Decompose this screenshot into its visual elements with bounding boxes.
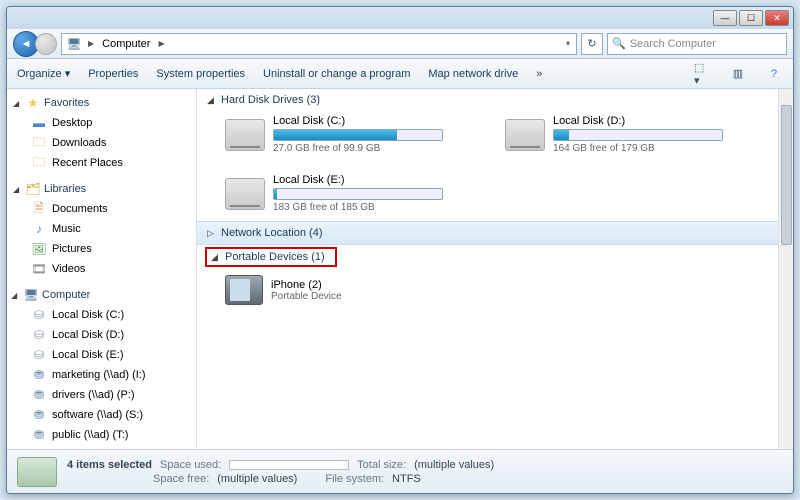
sidebar-item-netdrive-i[interactable]: ⛃marketing (\\ad) (I:) (7, 365, 196, 385)
uninstall-button[interactable]: Uninstall or change a program (263, 68, 410, 80)
drive-d[interactable]: Local Disk (D:) 164 GB free of 179 GB (505, 115, 755, 154)
hdd-list: Local Disk (C:) 27.0 GB free of 99.9 GB … (197, 111, 793, 221)
forward-button[interactable] (35, 33, 57, 55)
section-hdd[interactable]: ◢ Hard Disk Drives (3) (197, 89, 793, 111)
device-icon (225, 275, 263, 305)
music-icon: ♪ (31, 221, 47, 237)
network-drive-icon: ⛃ (31, 367, 47, 383)
drive-icon: ⛁ (31, 307, 47, 323)
collapse-icon: ◢ (207, 95, 217, 106)
sidebar-item-drive-e[interactable]: ⛁Local Disk (E:) (7, 345, 196, 365)
sidebar-item-drive-c[interactable]: ⛁Local Disk (C:) (7, 305, 196, 325)
sidebar-item-desktop[interactable]: ▬Desktop (7, 113, 196, 133)
address-bar: ◄ 🖥 ▶ Computer ▶ ▾ ↻ 🔍 Search Computer (7, 29, 793, 59)
sidebar-item-pictures[interactable]: 🖼Pictures (7, 239, 196, 259)
arrow-left-icon: ◄ (21, 38, 32, 50)
minimize-button[interactable]: — (713, 10, 737, 26)
folder-icon: 🗀 (31, 155, 47, 171)
scrollbar[interactable] (778, 89, 793, 449)
drive-c[interactable]: Local Disk (C:) 27.0 GB free of 99.9 GB (225, 115, 475, 154)
highlight-box: ◢ Portable Devices (1) (205, 247, 337, 267)
map-drive-button[interactable]: Map network drive (428, 68, 518, 80)
sidebar-item-downloads[interactable]: 🗀Downloads (7, 133, 196, 153)
nav-sidebar: ◢ ★ Favorites ▬Desktop 🗀Downloads 🗀Recen… (7, 89, 197, 449)
organize-menu[interactable]: Organize ▾ (17, 67, 70, 80)
desktop-icon: ▬ (31, 115, 47, 131)
drive-icon (225, 178, 265, 210)
refresh-button[interactable]: ↻ (581, 33, 603, 55)
sidebar-item-netdrive-t[interactable]: ⛃public (\\ad) (T:) (7, 425, 196, 445)
network-drive-icon: ⛃ (31, 427, 47, 443)
space-used-bar (229, 460, 349, 470)
titlebar: — ☐ ✕ (7, 7, 793, 29)
sidebar-item-netdrive-s[interactable]: ⛃software (\\ad) (S:) (7, 405, 196, 425)
computer-group[interactable]: ◢ 🖥 Computer (7, 285, 196, 305)
libraries-group[interactable]: ◢ 🗂 Libraries (7, 179, 196, 199)
toolbar: Organize ▾ Properties System properties … (7, 59, 793, 89)
explorer-window: — ☐ ✕ ◄ 🖥 ▶ Computer ▶ ▾ ↻ 🔍 Search Comp… (6, 6, 794, 494)
help-button[interactable]: ? (765, 65, 783, 83)
toolbar-overflow[interactable]: » (536, 68, 542, 80)
section-network[interactable]: ▷ Network Location (4) (197, 221, 793, 245)
drive-icon: ⛁ (31, 327, 47, 343)
usage-bar (273, 188, 443, 200)
collapse-icon: ◢ (211, 252, 221, 263)
sidebar-item-music[interactable]: ♪Music (7, 219, 196, 239)
search-placeholder: Search Computer (630, 38, 716, 50)
videos-icon: 🎞 (31, 261, 47, 277)
preview-pane-button[interactable]: ▥ (729, 65, 747, 83)
sidebar-item-netdrive-p[interactable]: ⛃drivers (\\ad) (P:) (7, 385, 196, 405)
refresh-icon: ↻ (587, 37, 596, 50)
sidebar-item-documents[interactable]: 🗎Documents (7, 199, 196, 219)
close-button[interactable]: ✕ (765, 10, 789, 26)
folder-icon: 🗀 (31, 135, 47, 151)
expand-icon: ▷ (207, 228, 217, 239)
favorites-group[interactable]: ◢ ★ Favorites (7, 93, 196, 113)
drive-icon (505, 119, 545, 151)
sidebar-item-drive-d[interactable]: ⛁Local Disk (D:) (7, 325, 196, 345)
network-drive-icon: ⛃ (31, 387, 47, 403)
search-icon: 🔍 (612, 37, 626, 50)
drive-e[interactable]: Local Disk (E:) 183 GB free of 185 GB (225, 174, 475, 213)
document-icon: 🗎 (31, 201, 47, 217)
sidebar-item-recent[interactable]: 🗀Recent Places (7, 153, 196, 173)
computer-icon: 🖥 (23, 287, 39, 303)
collapse-icon: ◢ (13, 185, 22, 194)
sidebar-item-videos[interactable]: 🎞Videos (7, 259, 196, 279)
properties-button[interactable]: Properties (88, 68, 138, 80)
body: ◢ ★ Favorites ▬Desktop 🗀Downloads 🗀Recen… (7, 89, 793, 449)
search-input[interactable]: 🔍 Search Computer (607, 33, 787, 55)
content-pane: ◢ Hard Disk Drives (3) Local Disk (C:) 2… (197, 89, 793, 449)
drive-icon (225, 119, 265, 151)
portable-device-item[interactable]: iPhone (2) Portable Device (197, 269, 793, 311)
scrollbar-thumb[interactable] (781, 105, 792, 245)
dropdown-icon[interactable]: ▾ (564, 39, 572, 48)
view-options-button[interactable]: ⬚ ▾ (693, 65, 711, 83)
usage-bar (273, 129, 443, 141)
breadcrumb-computer[interactable]: Computer (100, 38, 152, 50)
computer-icon: 🖥 (66, 36, 82, 52)
libraries-icon: 🗂 (25, 181, 41, 197)
network-drive-icon: ⛃ (31, 407, 47, 423)
pictures-icon: 🖼 (31, 241, 47, 257)
status-bar: 4 items selected Space used: Total size:… (7, 449, 793, 493)
chevron-right-icon: ▶ (156, 39, 166, 48)
selection-count: 4 items selected (67, 459, 152, 471)
breadcrumb[interactable]: 🖥 ▶ Computer ▶ ▾ (61, 33, 577, 55)
drive-icon: ⛁ (31, 347, 47, 363)
chevron-right-icon: ▶ (86, 39, 96, 48)
selection-icon (17, 457, 57, 487)
usage-bar (553, 129, 723, 141)
star-icon: ★ (25, 95, 41, 111)
section-portable[interactable]: ◢ Portable Devices (1) (211, 251, 325, 263)
collapse-icon: ◢ (11, 291, 20, 300)
collapse-icon: ◢ (13, 99, 22, 108)
system-properties-button[interactable]: System properties (156, 68, 245, 80)
maximize-button[interactable]: ☐ (739, 10, 763, 26)
